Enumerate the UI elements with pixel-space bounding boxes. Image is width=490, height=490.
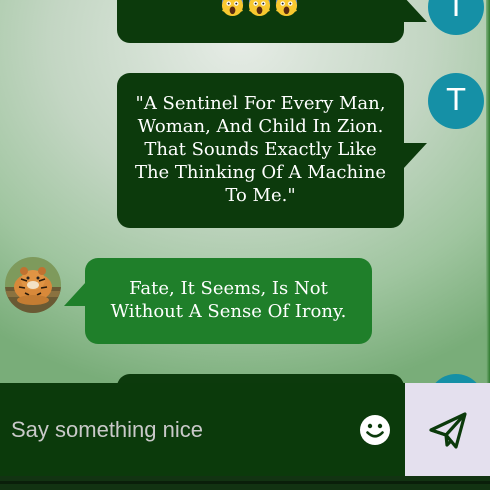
bubble-tail xyxy=(403,143,427,169)
bubble-tail xyxy=(64,282,86,306)
message-text-line: Woman, And Child In Zion. xyxy=(137,116,384,137)
screaming-face-emoji-icon xyxy=(221,0,244,17)
message-text-line: Fate, It Seems, Is Not xyxy=(129,278,328,299)
avatar-t-partial xyxy=(428,374,484,383)
send-button[interactable] xyxy=(405,383,490,476)
message-text-line: That Sounds Exactly Like xyxy=(144,139,377,160)
scrollbar-edge xyxy=(486,0,490,383)
chat-message-list[interactable]: T "A Sentinel For Every Man, Woman, And … xyxy=(0,0,486,383)
avatar-t[interactable]: T xyxy=(428,0,484,35)
bubble-tail xyxy=(403,0,427,22)
emoji-row xyxy=(221,0,298,17)
message-text-line: "A Sentinel For Every Man, xyxy=(135,93,386,114)
avatar-initial: T xyxy=(446,0,466,24)
avatar-initial: T xyxy=(446,83,466,118)
message-composer xyxy=(0,383,405,476)
message-text-line: To Me." xyxy=(225,185,296,206)
screaming-face-emoji-icon xyxy=(275,0,298,17)
tiger-avatar[interactable] xyxy=(5,257,61,313)
avatar-t[interactable]: T xyxy=(428,73,484,129)
smiley-icon[interactable] xyxy=(359,414,391,446)
message-text-line: The Thinking Of A Machine xyxy=(134,162,387,183)
message-input[interactable] xyxy=(0,383,345,476)
message-bubble-received: Fate, It Seems, Is Not Without A Sense O… xyxy=(85,258,372,344)
screaming-face-emoji-icon xyxy=(248,0,271,17)
message-bubble-sent xyxy=(117,0,404,43)
bottom-bar xyxy=(0,476,490,490)
paper-plane-icon xyxy=(428,411,467,449)
tiger-avatar-image xyxy=(5,257,61,313)
message-bubble-sent: "A Sentinel For Every Man, Woman, And Ch… xyxy=(117,73,404,228)
message-text-line: Without A Sense Of Irony. xyxy=(110,301,347,322)
message-bubble-sent-partial xyxy=(117,374,404,383)
divider xyxy=(0,481,490,484)
